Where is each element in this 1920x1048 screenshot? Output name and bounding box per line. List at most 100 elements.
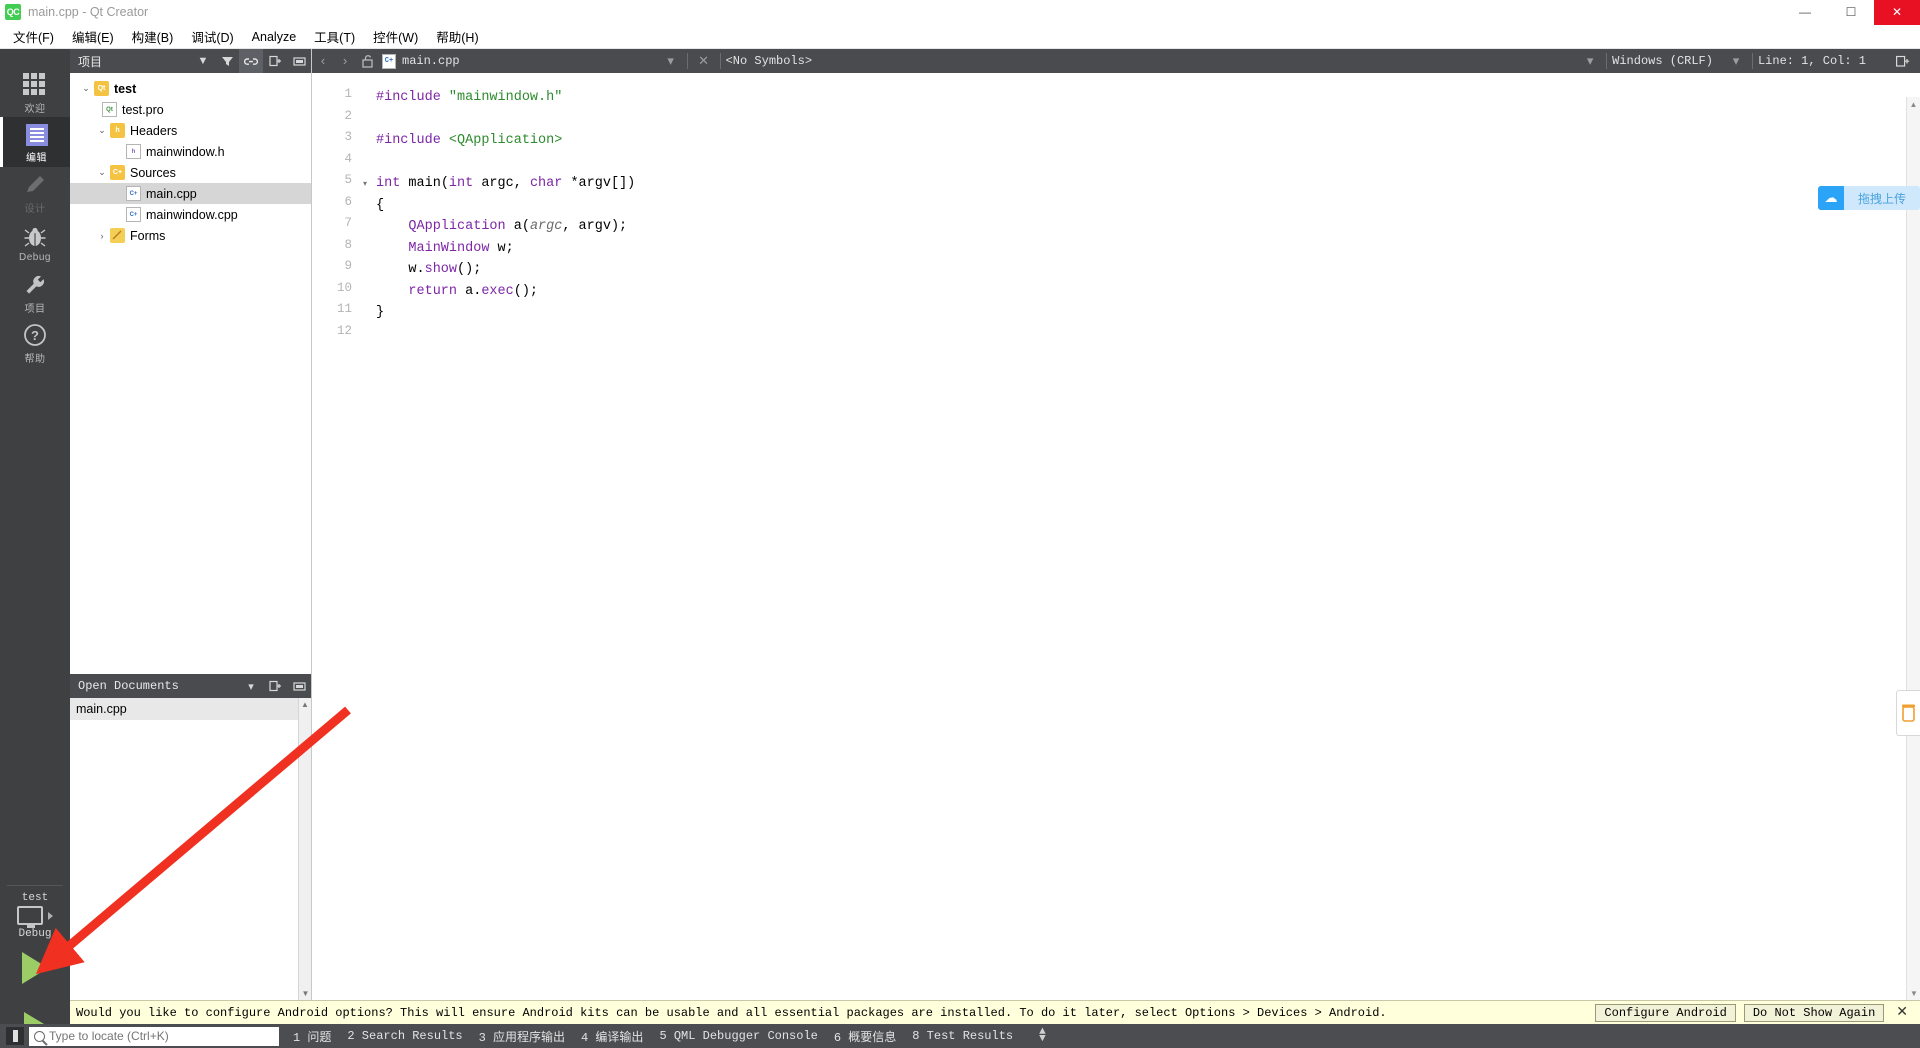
side-save-tab[interactable] bbox=[1896, 690, 1920, 736]
question-mark-icon: ? bbox=[23, 323, 47, 347]
menu-build[interactable]: 构建(B) bbox=[123, 24, 183, 49]
editor-vertical-scrollbar[interactable]: ▲ ▼ bbox=[1906, 97, 1920, 1000]
pane-tab-app-output[interactable]: 3 应用程序输出 bbox=[479, 1028, 565, 1045]
line-ending-dropdown-icon[interactable]: ▾ bbox=[1725, 49, 1747, 73]
title-bar: QC main.cpp - Qt Creator — ☐ ✕ bbox=[0, 0, 1920, 25]
output-pane-tabs: 1 问题 2 Search Results 3 应用程序输出 4 编译输出 5 … bbox=[293, 1027, 1046, 1045]
open-documents-scrollbar[interactable]: ▲ ▼ bbox=[298, 698, 311, 1000]
configure-android-button[interactable]: Configure Android bbox=[1595, 1003, 1736, 1022]
open-document-item-main-cpp[interactable]: main.cpp bbox=[70, 698, 311, 720]
pane-tab-test-results[interactable]: 8 Test Results bbox=[912, 1029, 1013, 1043]
scroll-down-icon[interactable]: ▼ bbox=[299, 987, 312, 1000]
run-button[interactable] bbox=[0, 940, 70, 996]
scroll-up-icon[interactable]: ▲ bbox=[1907, 97, 1920, 111]
scroll-down-icon[interactable]: ▼ bbox=[1907, 986, 1920, 1000]
locator-field[interactable] bbox=[29, 1026, 279, 1046]
project-view-dropdown-icon[interactable]: ▼ bbox=[191, 49, 215, 73]
tree-label: Headers bbox=[130, 123, 178, 138]
mode-item-design[interactable]: 设计 bbox=[0, 167, 70, 217]
filter-icon[interactable] bbox=[215, 49, 239, 73]
mode-item-debug[interactable]: Debug bbox=[0, 217, 70, 267]
tree-item-test[interactable]: ⌄ Qt test bbox=[70, 78, 311, 99]
tree-item-main-cpp[interactable]: C+ main.cpp bbox=[70, 183, 311, 204]
menu-help[interactable]: 帮助(H) bbox=[427, 24, 487, 49]
symbols-dropdown[interactable]: <No Symbols> bbox=[726, 54, 812, 68]
menu-file[interactable]: 文件(F) bbox=[4, 24, 63, 49]
menu-debug[interactable]: 调试(D) bbox=[182, 24, 242, 49]
twisty-icon[interactable]: ⌄ bbox=[94, 167, 110, 178]
line-number: 5 bbox=[344, 173, 352, 187]
tree-label: test.pro bbox=[122, 102, 164, 117]
maximize-button[interactable]: ☐ bbox=[1828, 0, 1874, 25]
scroll-up-icon[interactable]: ▲ bbox=[299, 698, 311, 711]
baidu-drag-upload-widget[interactable]: ☁ 拖拽上传 bbox=[1818, 186, 1920, 210]
banner-message: Would you like to configure Android opti… bbox=[76, 1005, 1387, 1020]
locator-input[interactable] bbox=[49, 1029, 259, 1043]
twisty-icon[interactable]: ⌄ bbox=[78, 83, 94, 94]
do-not-show-again-button[interactable]: Do Not Show Again bbox=[1743, 1003, 1885, 1022]
tree-item-mainwindow-cpp[interactable]: C+ mainwindow.cpp bbox=[70, 204, 311, 225]
mode-item-welcome[interactable]: 欢迎 bbox=[0, 67, 70, 117]
close-panel-icon[interactable] bbox=[287, 674, 311, 698]
tree-item-test-pro[interactable]: Qt test.pro bbox=[70, 99, 311, 120]
minimize-button[interactable]: — bbox=[1782, 0, 1828, 25]
editor-file-selector[interactable]: C+ main.cpp bbox=[378, 53, 460, 69]
editor-file-dropdown-icon[interactable]: ▾ bbox=[660, 49, 682, 73]
tree-item-forms[interactable]: › Forms bbox=[70, 225, 311, 246]
pane-tab-compile-output[interactable]: 4 编译输出 bbox=[581, 1028, 643, 1045]
tree-item-headers[interactable]: ⌄ h Headers bbox=[70, 120, 311, 141]
link-sync-icon[interactable] bbox=[239, 49, 263, 73]
divider bbox=[1751, 53, 1753, 69]
run-play-icon bbox=[22, 952, 48, 984]
pane-tab-search-results[interactable]: 2 Search Results bbox=[347, 1029, 462, 1043]
split-panel-icon[interactable] bbox=[263, 49, 287, 73]
project-tree: ⌄ Qt test Qt test.pro ⌄ h Headers h main… bbox=[70, 73, 311, 246]
line-number: 11 bbox=[336, 302, 352, 316]
line-number: 2 bbox=[344, 108, 352, 123]
close-panel-icon[interactable] bbox=[287, 49, 311, 73]
kit-selector[interactable] bbox=[0, 906, 70, 928]
navigate-back-icon[interactable]: ‹ bbox=[312, 49, 334, 73]
mode-label-help: 帮助 bbox=[24, 354, 46, 365]
code-editor[interactable]: 1 2 3 4 5 6 7 8 9 10 11 12 ▾ #include "m… bbox=[312, 73, 1920, 1000]
menu-window[interactable]: 控件(W) bbox=[364, 24, 427, 49]
code-line: } bbox=[376, 305, 385, 320]
pane-tab-general-messages[interactable]: 6 概要信息 bbox=[834, 1028, 896, 1045]
close-banner-icon[interactable]: ✕ bbox=[1896, 1004, 1908, 1021]
tree-item-mainwindow-h[interactable]: h mainwindow.h bbox=[70, 141, 311, 162]
close-document-icon[interactable]: ✕ bbox=[693, 49, 715, 73]
menu-tools[interactable]: 工具(T) bbox=[305, 24, 364, 49]
line-ending-selector[interactable]: Windows (CRLF) bbox=[1612, 54, 1713, 68]
open-documents-panel: Open Documents ▾ main.cpp ▲ ▼ bbox=[70, 674, 312, 1000]
toggle-sidebar-button[interactable] bbox=[6, 1027, 24, 1045]
window-controls: — ☐ ✕ bbox=[1782, 0, 1920, 25]
lock-icon[interactable] bbox=[356, 49, 378, 73]
split-editor-icon[interactable] bbox=[1892, 49, 1914, 73]
close-button[interactable]: ✕ bbox=[1874, 0, 1920, 25]
twisty-icon[interactable]: ⌄ bbox=[94, 125, 110, 136]
fold-marker-icon[interactable]: ▾ bbox=[358, 173, 372, 195]
mode-item-edit[interactable]: 编辑 bbox=[0, 117, 70, 167]
pane-resize-icon[interactable]: ▲ ▼ bbox=[1039, 1027, 1046, 1045]
line-number: 1 bbox=[344, 87, 352, 101]
twisty-icon[interactable]: › bbox=[94, 231, 110, 241]
pane-tab-qml-debugger[interactable]: 5 QML Debugger Console bbox=[659, 1029, 817, 1043]
encoding-dropdown-icon[interactable]: ▾ bbox=[1579, 49, 1601, 73]
pane-tab-issues[interactable]: 1 问题 bbox=[293, 1028, 331, 1045]
navigate-forward-icon[interactable]: › bbox=[334, 49, 356, 73]
code-text[interactable]: #include "mainwindow.h" #include <QAppli… bbox=[372, 73, 1920, 1000]
pencil-icon bbox=[23, 173, 47, 197]
split-panel-icon[interactable] bbox=[263, 674, 287, 698]
folder-forms-icon bbox=[110, 228, 125, 243]
mode-item-help[interactable]: ? 帮助 bbox=[0, 317, 70, 367]
mode-item-projects[interactable]: 项目 bbox=[0, 267, 70, 317]
tree-item-sources[interactable]: ⌄ C+ Sources bbox=[70, 162, 311, 183]
file-cpp-icon: C+ bbox=[382, 53, 396, 69]
menu-edit[interactable]: 编辑(E) bbox=[63, 24, 123, 49]
menu-analyze[interactable]: Analyze bbox=[243, 27, 305, 47]
open-documents-dropdown-icon[interactable]: ▾ bbox=[239, 674, 263, 698]
wrench-icon bbox=[23, 273, 47, 297]
code-fold-bar[interactable]: ▾ bbox=[358, 73, 372, 1000]
grid-icon bbox=[23, 73, 47, 97]
